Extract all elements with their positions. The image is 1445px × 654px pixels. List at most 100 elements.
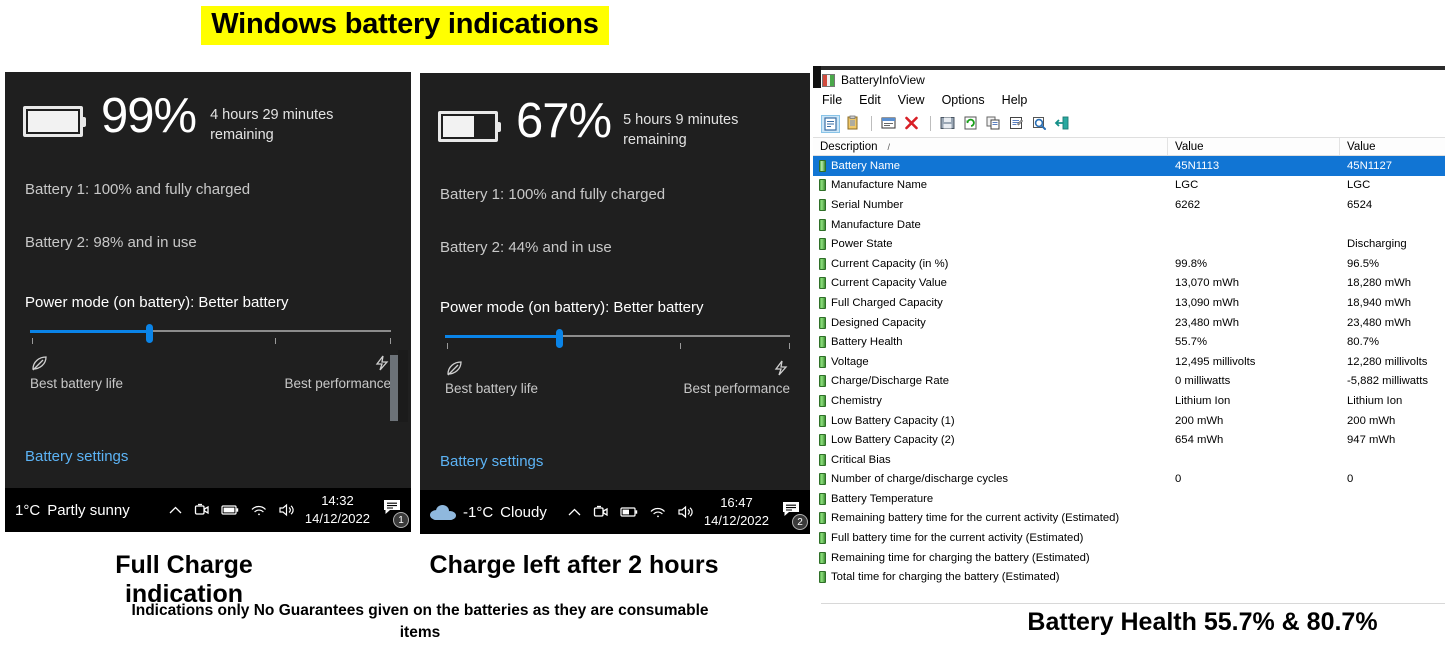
table-row[interactable]: Full battery time for the current activi… — [813, 528, 1445, 548]
battery-row-icon — [819, 571, 826, 584]
cell-description-label: Current Capacity Value — [831, 277, 947, 290]
cell-value1: 13,070 mWh — [1175, 277, 1240, 290]
battery-row-icon — [819, 355, 826, 368]
cell-value2: 23,480 mWh — [1347, 316, 1412, 329]
weather-condition: Cloudy — [500, 503, 547, 521]
menu-item-view[interactable]: View — [898, 93, 925, 107]
cell-value1: 45N1113 — [1175, 159, 1220, 172]
cell-description-label: Remaining time for charging the battery … — [831, 551, 1090, 564]
slider-tick — [788, 343, 790, 350]
taskbar-clock-left[interactable]: 14:32 14/12/2022 — [305, 492, 370, 527]
wifi-icon[interactable] — [649, 506, 666, 519]
taskbar-weather-left[interactable]: 1°C Partly sunny — [5, 502, 130, 519]
cell-value2: 18,280 mWh — [1347, 277, 1412, 290]
battery-settings-link-middle[interactable]: Battery settings — [440, 453, 810, 470]
column-header-value2[interactable]: Value — [1340, 138, 1445, 155]
cell-description: Current Capacity (in %) — [813, 257, 1168, 270]
chevron-up-icon[interactable] — [168, 504, 183, 517]
slider-thumb-left[interactable] — [146, 324, 154, 344]
taskbar-left: 1°C Partly sunny 14:32 14/12/2022 1 — [5, 488, 411, 532]
exit-icon[interactable] — [1054, 115, 1073, 133]
caption-middle: Charge left after 2 hours — [429, 551, 719, 579]
column-header-value1[interactable]: Value — [1168, 138, 1340, 155]
battery-icon[interactable] — [620, 506, 638, 518]
table-row[interactable]: Voltage 12,495 millivolts 12,280 millivolt… — [813, 352, 1445, 372]
volume-icon[interactable] — [278, 503, 295, 517]
table-row[interactable]: Remaining time for charging the battery … — [813, 548, 1445, 568]
menu-item-edit[interactable]: Edit — [859, 93, 881, 107]
menu-item-options[interactable]: Options — [942, 93, 985, 107]
table-row[interactable]: Critical Bias — [813, 450, 1445, 470]
table-row[interactable]: Serial Number 6262 6524 — [813, 195, 1445, 215]
cell-value1: 654 mWh — [1175, 434, 1224, 447]
table-row[interactable]: Total time for charging the battery (Est… — [813, 567, 1445, 587]
delete-icon[interactable] — [903, 115, 922, 133]
table-row[interactable]: Low Battery Capacity (1) 200 mWh 200 mWh — [813, 411, 1445, 431]
column-header-label: Value — [1175, 140, 1204, 153]
refresh-icon[interactable] — [962, 115, 981, 133]
properties-icon[interactable] — [821, 114, 840, 133]
table-row[interactable]: Power State Discharging — [813, 234, 1445, 254]
options-icon[interactable] — [1008, 115, 1027, 133]
battery-row-icon — [819, 198, 826, 211]
cell-value1: 0 milliwatts — [1175, 375, 1231, 388]
battery-row-icon — [819, 394, 826, 407]
notification-center-icon-left[interactable]: 1 — [382, 498, 409, 528]
cell-description-label: Critical Bias — [831, 453, 891, 466]
battery2-status-left: Battery 2: 98% and in use — [25, 234, 197, 252]
table-row[interactable]: Manufacture Name LGC LGC — [813, 176, 1445, 196]
table-row[interactable]: Battery Health 55.7% 80.7% — [813, 332, 1445, 352]
table-row[interactable]: Remaining battery time for the current a… — [813, 509, 1445, 529]
battery-row-icon — [819, 453, 826, 466]
battery-icon[interactable] — [221, 504, 239, 516]
slider-fill-left — [30, 330, 150, 334]
table-row[interactable]: Manufacture Date — [813, 215, 1445, 235]
battery-settings-link-left[interactable]: Battery settings — [25, 448, 411, 465]
column-header-description[interactable]: Description / — [813, 138, 1168, 155]
table-row[interactable]: Current Capacity Value 13,070 mWh 18,280 m… — [813, 274, 1445, 294]
chevron-up-icon[interactable] — [567, 506, 582, 519]
slider-endpoint-right-label: Best performance — [284, 376, 391, 392]
table-row[interactable]: Number of charge/discharge cycles 0 0 — [813, 470, 1445, 490]
cell-description-label: Battery Temperature — [831, 492, 934, 505]
save-icon[interactable] — [939, 115, 958, 133]
cell-value2: LGC — [1347, 179, 1371, 192]
table-row[interactable]: Battery Temperature — [813, 489, 1445, 509]
menu-bar: File Edit View Options Help — [813, 90, 1445, 111]
camera-icon[interactable] — [194, 503, 210, 517]
battery-row-icon — [819, 277, 826, 290]
menu-item-file[interactable]: File — [822, 93, 842, 107]
copy-icon[interactable] — [985, 115, 1004, 133]
table-row[interactable]: Designed Capacity 23,480 mWh 23,480 mWh — [813, 313, 1445, 333]
taskbar-clock-middle[interactable]: 16:47 14/12/2022 — [704, 494, 769, 529]
table-row[interactable]: Battery Name 45N1113 45N1127 — [813, 156, 1445, 176]
cell-description: Low Battery Capacity (1) — [813, 414, 1168, 427]
cell-description: Critical Bias — [813, 453, 1168, 466]
slider-endpoint-right-middle: Best performance — [683, 359, 790, 396]
cell-value2: 96.5% — [1347, 257, 1380, 270]
wifi-icon[interactable] — [250, 504, 267, 517]
notification-center-icon-middle[interactable]: 2 — [781, 500, 808, 530]
find-icon[interactable] — [1031, 115, 1050, 133]
volume-icon[interactable] — [677, 505, 694, 519]
power-mode-slider-middle[interactable] — [445, 329, 790, 351]
battery-flyout-left: 99% 4 hours 29 minutes remaining Battery… — [2, 69, 414, 535]
table-row[interactable]: Chemistry Lithium Ion Lithium Ion — [813, 391, 1445, 411]
battery1-status-middle: Battery 1: 100% and fully charged — [440, 186, 666, 204]
report-icon[interactable] — [880, 115, 899, 133]
cell-description-label: Designed Capacity — [831, 316, 926, 329]
table-row[interactable]: Charge/Discharge Rate 0 milliwatts -5,882 … — [813, 372, 1445, 392]
camera-icon[interactable] — [593, 505, 609, 519]
cell-description-label: Current Capacity (in %) — [831, 257, 949, 270]
taskbar-weather-middle[interactable]: -1°C Cloudy — [420, 504, 547, 521]
table-row[interactable]: Low Battery Capacity (2) 654 mWh 947 mWh — [813, 430, 1445, 450]
power-mode-slider-left[interactable] — [30, 324, 391, 346]
table-row[interactable]: Current Capacity (in %) 99.8% 96.5% — [813, 254, 1445, 274]
clipboard-icon[interactable] — [844, 115, 863, 133]
window-left-edge — [813, 66, 821, 88]
slider-endpoint-left: Best battery life — [30, 354, 123, 391]
cell-description-label: Full battery time for the current activi… — [831, 532, 1084, 545]
table-row[interactable]: Full Charged Capacity 13,090 mWh 18,940 mW… — [813, 293, 1445, 313]
slider-thumb-middle[interactable] — [555, 329, 563, 349]
menu-item-help[interactable]: Help — [1002, 93, 1028, 107]
